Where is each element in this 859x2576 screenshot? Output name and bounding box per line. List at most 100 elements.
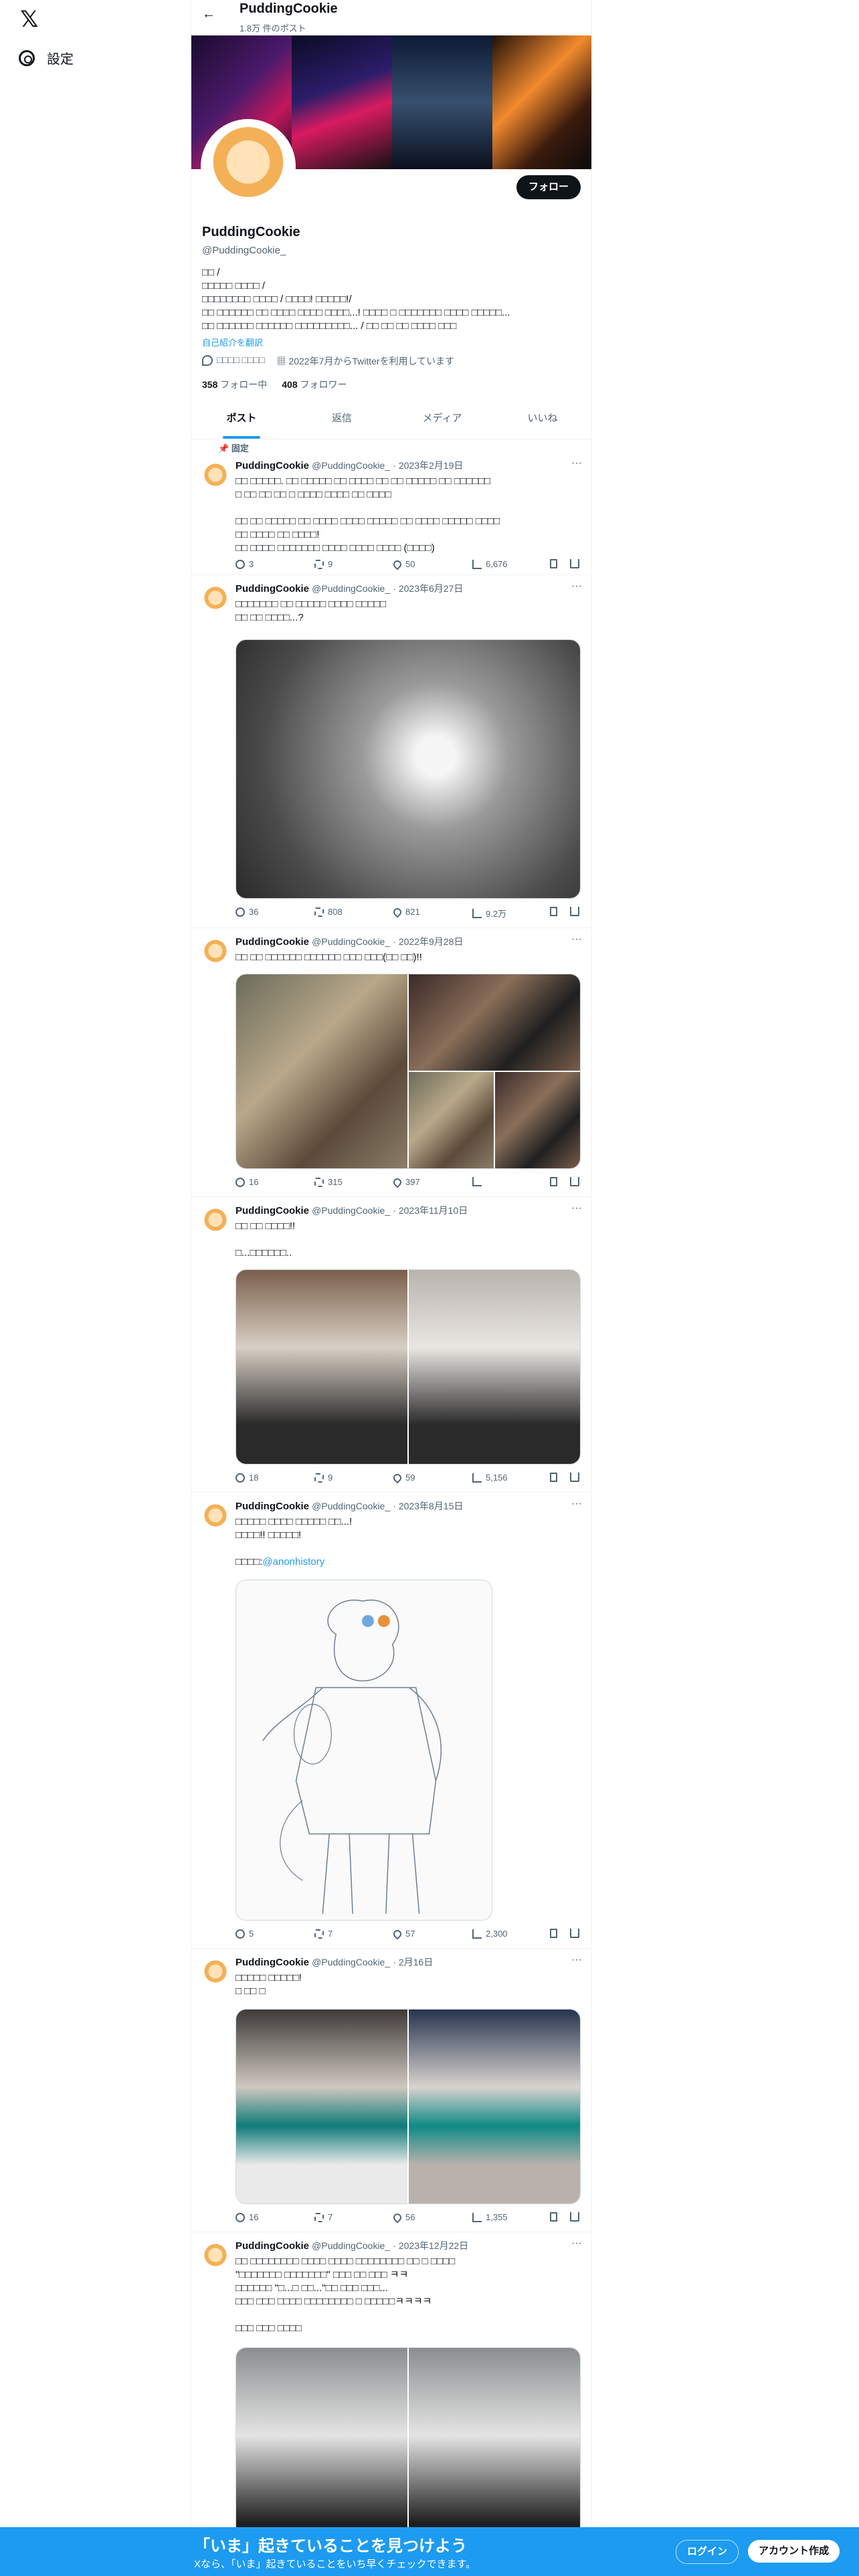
post-avatar[interactable] — [202, 939, 229, 966]
gear-icon — [19, 49, 35, 66]
repost-button[interactable]: 7 — [314, 2212, 332, 2222]
repost-button[interactable]: 9 — [314, 559, 332, 569]
post-avatar[interactable] — [202, 1208, 229, 1235]
heart-icon — [391, 1176, 403, 1188]
post-avatar[interactable] — [202, 1959, 229, 1986]
reply-button[interactable]: 18 — [235, 1473, 258, 1483]
mention-link[interactable]: @anonhistory — [262, 1556, 324, 1568]
more-options-icon[interactable]: ··· — [571, 1202, 582, 1214]
bookmark-button[interactable] — [550, 1929, 557, 1938]
post-image[interactable] — [236, 2010, 407, 2204]
follow-button[interactable]: フォロー — [516, 175, 581, 199]
share-button[interactable] — [570, 907, 579, 916]
reply-button[interactable]: 5 — [235, 1929, 254, 1939]
more-options-icon[interactable]: ··· — [571, 457, 582, 469]
post-image[interactable] — [409, 1072, 494, 1168]
post-media-grid — [235, 974, 581, 1169]
like-button[interactable]: 821 — [391, 906, 420, 918]
bio-line: □□ □□□□□□ □□ □□□□ □□□□ □□□□...! □□□□ □ □… — [202, 307, 510, 318]
bio-line: □□□□□ □□□□ / — [202, 280, 266, 292]
post-image[interactable] — [235, 1580, 492, 1921]
post-image[interactable] — [495, 1072, 580, 1168]
post[interactable]: PuddingCookie @PuddingCookie_ · 2023年6月2… — [191, 575, 591, 928]
post-image[interactable] — [409, 1270, 580, 1464]
more-options-icon[interactable]: ··· — [571, 1498, 582, 1510]
post[interactable]: PuddingCookie @PuddingCookie_ · 2023年8月1… — [191, 1493, 591, 1949]
post[interactable]: PuddingCookie @PuddingCookie_ · 2月16日 ··… — [191, 1949, 591, 2232]
post-avatar[interactable] — [202, 2243, 229, 2270]
more-options-icon[interactable]: ··· — [571, 1954, 582, 1966]
post[interactable]: PuddingCookie @PuddingCookie_ · 2023年12月… — [191, 2232, 591, 2576]
post-avatar[interactable] — [202, 1503, 229, 1530]
share-button[interactable] — [570, 1929, 579, 1938]
like-button[interactable]: 50 — [391, 558, 415, 570]
reply-button[interactable]: 3 — [235, 559, 254, 569]
post-header: PuddingCookie @PuddingCookie_ · 2023年8月1… — [235, 1501, 464, 1512]
reply-icon — [235, 2212, 245, 2222]
views-button[interactable]: 5,156 — [472, 1473, 508, 1483]
post-actions: 36 808 821 9.2万 — [235, 906, 581, 920]
bookmark-button[interactable] — [550, 1473, 557, 1482]
views-button[interactable]: 6,676 — [472, 559, 508, 569]
post-text: □□ □□□□□□□□ □□□□ □□□□ □□□□□□□□ □□ □ □□□□… — [235, 2256, 456, 2334]
translate-bio-link[interactable]: 自己紹介を翻訳 — [202, 336, 263, 348]
repost-button[interactable]: 7 — [314, 1929, 332, 1939]
share-icon — [570, 2212, 579, 2222]
post-image[interactable] — [236, 1270, 407, 1464]
post-credit: □□□□:@anonhistory — [235, 1556, 325, 1568]
repost-button[interactable]: 9 — [314, 1473, 332, 1483]
post[interactable]: PuddingCookie @PuddingCookie_ · 2023年11月… — [191, 1197, 591, 1493]
reply-button[interactable]: 36 — [235, 907, 258, 917]
post-image[interactable] — [235, 639, 581, 899]
signup-button[interactable]: アカウント作成 — [748, 2540, 840, 2563]
repost-button[interactable]: 315 — [314, 1177, 343, 1187]
following-link[interactable]: 358 フォロー中 — [202, 378, 267, 391]
post-image[interactable] — [409, 974, 580, 1071]
bookmark-button[interactable] — [550, 907, 557, 916]
post-text: □□ □□ □□□□□□ □□□□□□ □□□ □□□(□□ □□)!! — [235, 952, 422, 963]
views-button[interactable] — [472, 1177, 486, 1186]
signup-banner-subtitle: Xなら、「いま」起きていることをいち早くチェックできます。 — [194, 2559, 476, 2570]
settings-label: 設定 — [47, 52, 74, 67]
views-button[interactable]: 2,300 — [472, 1929, 508, 1939]
profile-avatar[interactable] — [201, 119, 296, 214]
reply-button[interactable]: 16 — [235, 2212, 258, 2222]
views-button[interactable]: 1,355 — [472, 2212, 508, 2222]
profile-display-name: PuddingCookie — [202, 225, 300, 239]
tab-media[interactable]: メディア — [392, 399, 492, 439]
more-options-icon[interactable]: ··· — [571, 934, 582, 946]
reply-button[interactable]: 16 — [235, 1177, 258, 1187]
bookmark-button[interactable] — [550, 559, 557, 568]
reply-icon — [235, 907, 245, 917]
like-button[interactable]: 57 — [391, 1928, 415, 1939]
share-button[interactable] — [570, 559, 579, 568]
back-arrow-icon[interactable]: ← — [202, 7, 215, 22]
reply-icon — [235, 1929, 245, 1939]
like-button[interactable]: 56 — [391, 2212, 415, 2223]
like-button[interactable]: 59 — [391, 1472, 415, 1483]
repost-button[interactable]: 808 — [314, 907, 343, 917]
post-avatar[interactable] — [202, 586, 229, 613]
more-options-icon[interactable]: ··· — [571, 580, 582, 593]
views-button[interactable]: 9.2万 — [472, 907, 506, 920]
post[interactable]: PuddingCookie @PuddingCookie_ · 2022年9月2… — [191, 928, 591, 1197]
bookmark-button[interactable] — [550, 1177, 557, 1186]
more-options-icon[interactable]: ··· — [571, 2238, 582, 2250]
share-button[interactable] — [570, 1473, 579, 1482]
post-image[interactable] — [409, 2010, 580, 2204]
followers-link[interactable]: 408 フォロワー — [282, 378, 347, 391]
settings-link[interactable]: 設定 — [19, 48, 74, 68]
post-image[interactable] — [236, 974, 407, 1168]
x-logo-icon[interactable]: 𝕏 — [20, 8, 43, 31]
tab-replies[interactable]: 返信 — [292, 399, 392, 439]
tab-posts[interactable]: ポスト — [191, 399, 292, 439]
tab-likes[interactable]: いいね — [492, 399, 591, 439]
post[interactable]: PuddingCookie @PuddingCookie_ · 2023年2月1… — [191, 452, 591, 575]
share-button[interactable] — [570, 1177, 579, 1186]
repost-icon — [314, 1929, 324, 1939]
share-button[interactable] — [570, 2212, 579, 2222]
post-avatar[interactable] — [202, 463, 229, 490]
like-button[interactable]: 397 — [391, 1176, 420, 1188]
login-button[interactable]: ログイン — [676, 2540, 739, 2564]
bookmark-button[interactable] — [550, 2212, 557, 2222]
